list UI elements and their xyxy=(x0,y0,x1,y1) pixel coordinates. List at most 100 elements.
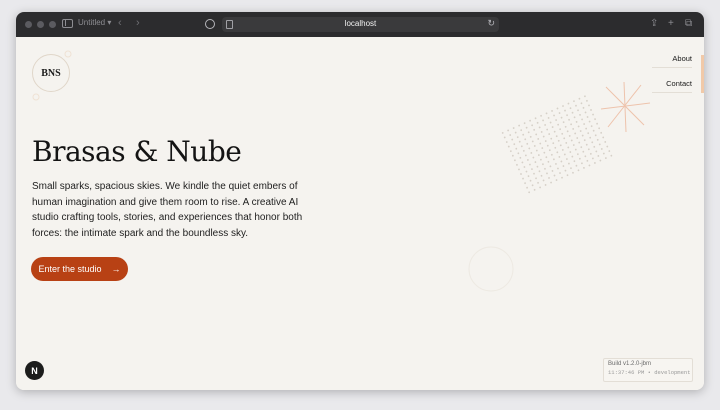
grid-dot xyxy=(571,111,574,114)
grid-dot xyxy=(585,127,588,130)
tab-title[interactable]: Untitled ▾ xyxy=(78,18,111,27)
grid-dot xyxy=(558,112,561,114)
grid-dot xyxy=(559,172,561,174)
grid-dot xyxy=(531,124,534,127)
grid-dot xyxy=(524,154,527,157)
grid-dot xyxy=(608,150,611,153)
build-version: Build v1.2.0-jbm xyxy=(608,361,652,367)
grid-dot xyxy=(581,162,583,165)
grid-dot xyxy=(539,186,541,189)
grid-dot xyxy=(524,138,527,141)
faint-circle xyxy=(468,246,514,292)
grid-dot xyxy=(591,141,594,144)
grid-dot xyxy=(501,131,504,134)
grid-dot xyxy=(525,170,528,173)
grid-dot xyxy=(513,159,516,162)
logo-orbit-dot xyxy=(32,93,40,101)
grid-dot xyxy=(529,163,531,166)
zoom-window-button[interactable] xyxy=(49,21,56,28)
grid-dot xyxy=(551,110,553,112)
grid-dot xyxy=(522,149,525,152)
grid-dot xyxy=(541,147,544,150)
grid-dot xyxy=(578,97,581,100)
scrollbar[interactable] xyxy=(701,55,704,93)
grid-dot xyxy=(566,130,569,133)
grid-dot xyxy=(584,155,587,158)
grid-dot xyxy=(590,125,593,128)
grid-dot xyxy=(594,134,597,137)
grid-dot xyxy=(547,160,550,163)
close-window-button[interactable] xyxy=(25,21,32,28)
grid-dot xyxy=(505,141,508,143)
grid-dot xyxy=(597,155,600,157)
grid-dot xyxy=(588,120,591,123)
grid-dot xyxy=(582,106,585,109)
grid-dot xyxy=(546,172,548,175)
grid-dot xyxy=(553,130,556,133)
grid-dot xyxy=(559,128,562,131)
grid-dot xyxy=(600,148,603,150)
tab-overview-icon[interactable]: ⧉ xyxy=(685,18,692,30)
grid-dot xyxy=(544,167,546,170)
forward-arrow-icon[interactable]: › xyxy=(136,17,140,29)
grid-dot xyxy=(535,133,538,136)
grid-dot xyxy=(572,171,574,174)
grid-dot xyxy=(575,120,578,123)
grid-dot xyxy=(520,129,523,132)
grid-dot xyxy=(568,134,571,137)
site-logo[interactable]: BNS xyxy=(32,54,70,92)
grid-dot xyxy=(592,129,595,132)
enter-studio-button[interactable]: Enter the studio → xyxy=(31,257,128,281)
grid-dot xyxy=(544,140,547,142)
grid-dot xyxy=(577,169,580,172)
nav-about-link[interactable]: About xyxy=(652,49,692,68)
grid-dot xyxy=(526,186,528,189)
grid-dot xyxy=(561,176,563,179)
grid-dot xyxy=(509,134,512,136)
minimize-window-button[interactable] xyxy=(37,21,44,28)
grid-dot xyxy=(529,119,531,122)
grid-dot xyxy=(542,179,545,182)
grid-dot xyxy=(548,133,551,135)
grid-dot xyxy=(516,136,519,139)
grid-dot xyxy=(552,142,555,145)
url-text[interactable]: localhost xyxy=(222,19,499,28)
privacy-shield-icon[interactable] xyxy=(205,19,215,29)
grid-dot xyxy=(550,181,552,184)
grid-dot xyxy=(588,104,590,107)
grid-dot xyxy=(555,179,558,181)
grid-dot xyxy=(542,135,545,138)
grid-dot xyxy=(574,132,577,135)
grid-dot xyxy=(538,126,541,129)
build-info-panel: Build v1.2.0-jbm 11:37:46 PM • developme… xyxy=(603,358,693,382)
reload-icon[interactable]: ↻ xyxy=(487,18,495,29)
grid-dot xyxy=(593,145,596,148)
address-bar[interactable]: localhost ↻ xyxy=(222,17,499,32)
grid-dot xyxy=(589,136,592,139)
grid-dot xyxy=(599,159,602,162)
grid-dot xyxy=(562,105,564,107)
grid-dot xyxy=(576,137,579,139)
window-controls xyxy=(25,21,56,28)
grid-dot xyxy=(533,188,536,191)
nav-contact-link[interactable]: Contact xyxy=(652,74,692,93)
logo-text: BNS xyxy=(41,67,61,79)
grid-dot xyxy=(566,174,569,177)
grid-dot xyxy=(524,182,526,185)
dev-tools-badge[interactable]: N xyxy=(25,361,44,380)
grid-dot xyxy=(551,126,554,128)
grid-dot xyxy=(581,118,583,121)
grid-dot xyxy=(549,121,552,124)
grid-dot xyxy=(602,152,605,155)
grid-dot xyxy=(561,132,564,135)
grid-dot xyxy=(569,151,572,153)
sidebar-toggle-icon[interactable] xyxy=(62,19,73,28)
grid-dot xyxy=(596,138,599,141)
grid-dot xyxy=(553,114,555,117)
grid-dot xyxy=(558,156,561,158)
back-arrow-icon[interactable]: ‹ xyxy=(118,17,122,29)
grid-dot xyxy=(560,160,563,163)
grid-dot xyxy=(551,170,554,172)
new-tab-icon[interactable]: + xyxy=(668,18,674,30)
share-icon[interactable]: ⇪ xyxy=(650,18,658,30)
